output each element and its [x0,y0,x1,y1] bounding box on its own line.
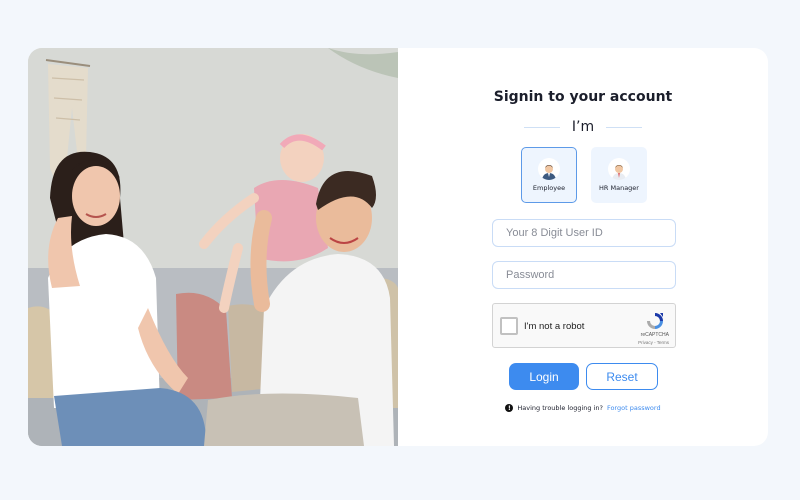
divider-left [523,126,560,128]
role-label-employee: Employee [532,184,566,192]
login-button[interactable]: Login [509,363,579,390]
reset-button[interactable]: Reset [586,363,658,390]
page-title: Signin to your account [493,89,673,105]
forgot-password-link[interactable]: Forgot password [607,404,661,412]
hr-manager-avatar-icon [608,158,630,180]
recaptcha-brand: reCAPTCHA [640,332,669,338]
alert-icon: ! [505,404,514,412]
recaptcha-terms-link[interactable]: Privacy - Terms [638,340,669,345]
family-photo [28,48,398,446]
recaptcha-label: I'm not a robot [524,321,585,332]
role-heading-label: I’m [571,119,595,135]
role-selector: Employee HR Manager [521,147,647,203]
role-label-hr-manager: HR Manager [599,184,639,192]
employee-avatar-icon [538,158,560,180]
login-card: Signin to your account I’m Employee HR M… [28,48,768,446]
role-heading: I’m [398,119,768,135]
user-id-input[interactable] [492,219,676,247]
role-option-employee[interactable]: Employee [521,147,577,203]
divider-right [606,126,643,128]
trouble-text: Having trouble logging in? [517,404,603,412]
recaptcha-widget: I'm not a robot reCAPTCHA Privacy - Term… [492,303,676,348]
login-help: ! Having trouble logging in? Forgot pass… [398,404,768,412]
role-option-hr-manager[interactable]: HR Manager [591,147,647,203]
family-photo-illustration [28,48,398,446]
password-input[interactable] [492,261,676,289]
signin-form: Signin to your account I’m Employee HR M… [398,48,768,446]
recaptcha-checkbox[interactable] [500,317,518,335]
